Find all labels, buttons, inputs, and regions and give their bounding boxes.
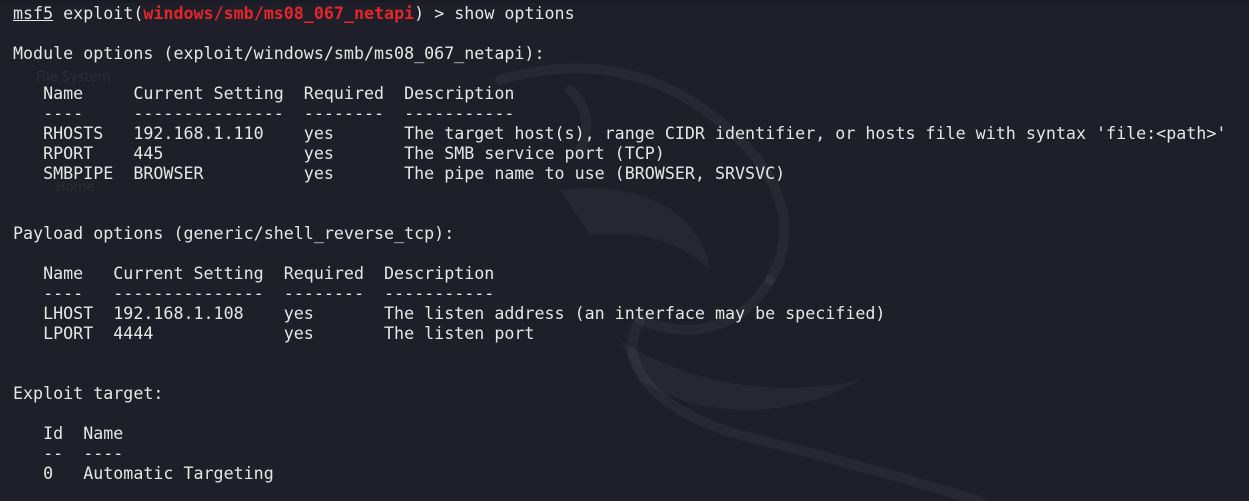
module-options-table-header: Name Current Setting Required Descriptio… [13, 84, 515, 103]
terminal-window[interactable]: File System Home msf5 exploit(windows/sm… [0, 0, 1249, 501]
prompt-command: ) > show options [414, 4, 575, 23]
module-option-row-rhosts: RHOSTS 192.168.1.110 yes The target host… [13, 124, 1227, 143]
module-option-row-rport: RPORT 445 yes The SMB service port (TCP) [13, 144, 665, 163]
payload-options-table-header: Name Current Setting Required Descriptio… [13, 264, 495, 283]
payload-option-row-lhost: LHOST 192.168.1.108 yes The listen addre… [13, 304, 886, 323]
prompt-module-name: windows/smb/ms08_067_netapi [143, 4, 415, 23]
prompt-exploit-open: exploit( [53, 4, 144, 23]
module-options-table-separator: ---- --------------- -------- ----------… [13, 104, 515, 123]
exploit-target-row: 0 Automatic Targeting [13, 464, 274, 483]
module-option-row-smbpipe: SMBPIPE BROWSER yes The pipe name to use… [13, 164, 786, 183]
exploit-target-table-separator: -- ---- [13, 444, 124, 463]
payload-options-table-separator: ---- --------------- -------- ----------… [13, 284, 495, 303]
payload-options-heading: Payload options (generic/shell_reverse_t… [13, 224, 455, 243]
prompt-prefix: msf5 [13, 4, 54, 23]
terminal-top-edge [0, 0, 1249, 3]
module-options-heading: Module options (exploit/windows/smb/ms08… [13, 44, 545, 63]
terminal-output: msf5 exploit(windows/smb/ms08_067_netapi… [13, 4, 1226, 484]
exploit-target-table-header: Id Name [13, 424, 124, 443]
command-prompt-line: msf5 exploit(windows/smb/ms08_067_netapi… [13, 4, 1226, 24]
payload-option-row-lport: LPORT 4444 yes The listen port [13, 324, 535, 343]
exploit-target-heading: Exploit target: [13, 384, 164, 403]
